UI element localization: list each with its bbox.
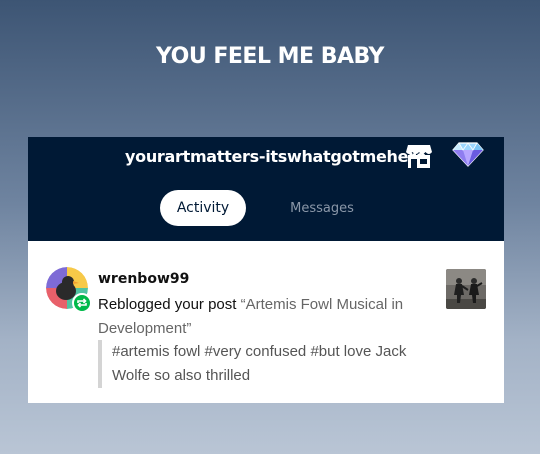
notification-text: Reblogged your post “Artemis Fowl Musica… [98, 293, 428, 341]
tab-activity[interactable]: Activity [160, 190, 246, 226]
reblog-icon [77, 298, 87, 308]
tag[interactable]: #very confused [205, 343, 307, 360]
tumblr-activity-screenshot: yourartmatters-itswhatgotmehere Activity… [28, 137, 504, 403]
post-thumbnail[interactable] [446, 269, 486, 309]
blog-name[interactable]: yourartmatters-itswhatgotmehere [125, 147, 427, 166]
activity-notification[interactable]: wrenbow99 Reblogged your post “Artemis F… [28, 241, 504, 403]
activity-header: yourartmatters-itswhatgotmehere Activity… [28, 137, 504, 241]
notification-username[interactable]: wrenbow99 [98, 271, 189, 287]
reblog-badge [72, 293, 92, 313]
notification-action: Reblogged your post [98, 296, 237, 313]
storefront-icon[interactable] [405, 143, 433, 169]
tab-messages[interactable]: Messages [278, 190, 366, 226]
tag[interactable]: #artemis fowl [112, 343, 200, 360]
notification-tags: #artemis fowl #very confused #but love J… [98, 340, 418, 388]
diamond-icon[interactable] [452, 141, 484, 167]
meme-caption: YOU FEEL ME BABY [155, 44, 385, 69]
